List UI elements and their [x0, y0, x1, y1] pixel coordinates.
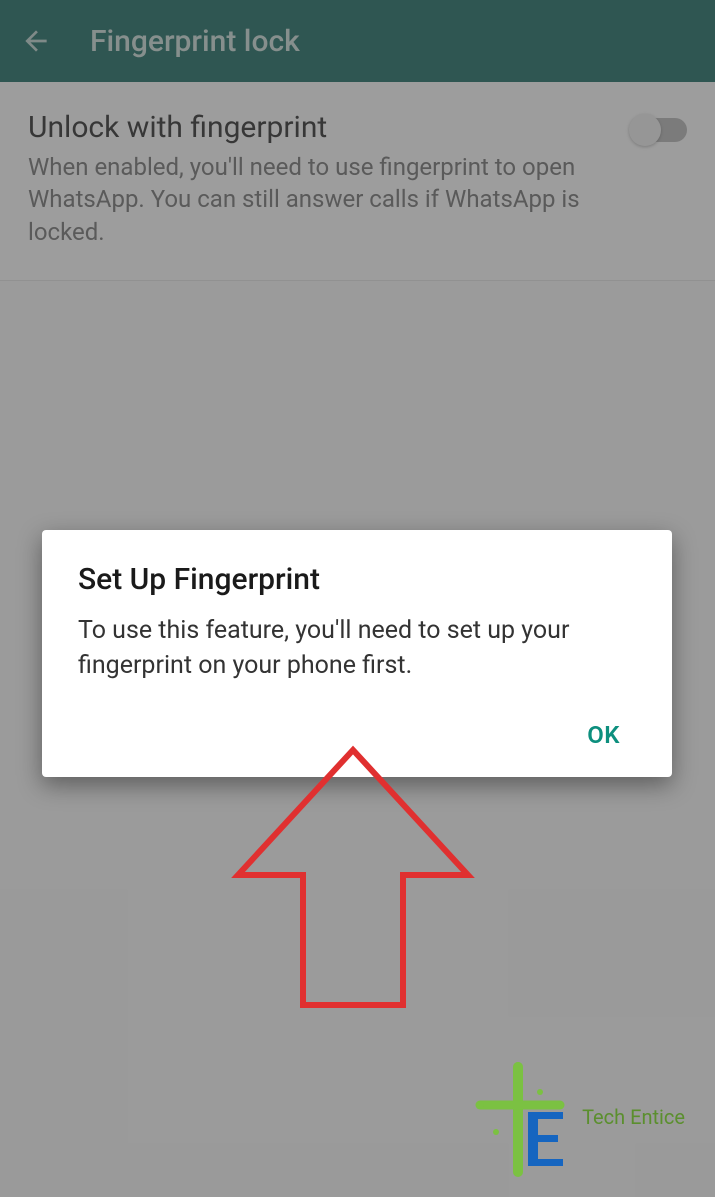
- watermark-text: Tech Entice: [582, 1105, 685, 1129]
- modal-overlay: Set Up Fingerprint To use this feature, …: [0, 0, 715, 1197]
- setup-fingerprint-dialog: Set Up Fingerprint To use this feature, …: [42, 530, 672, 777]
- annotation-arrow-icon: [218, 745, 488, 1035]
- dialog-title: Set Up Fingerprint: [78, 562, 636, 597]
- dialog-actions: OK: [78, 711, 636, 759]
- dialog-message: To use this feature, you'll need to set …: [78, 613, 636, 683]
- ok-button[interactable]: OK: [571, 711, 636, 759]
- watermark-logo-icon: [468, 1057, 578, 1177]
- watermark: Tech Entice: [468, 1057, 685, 1177]
